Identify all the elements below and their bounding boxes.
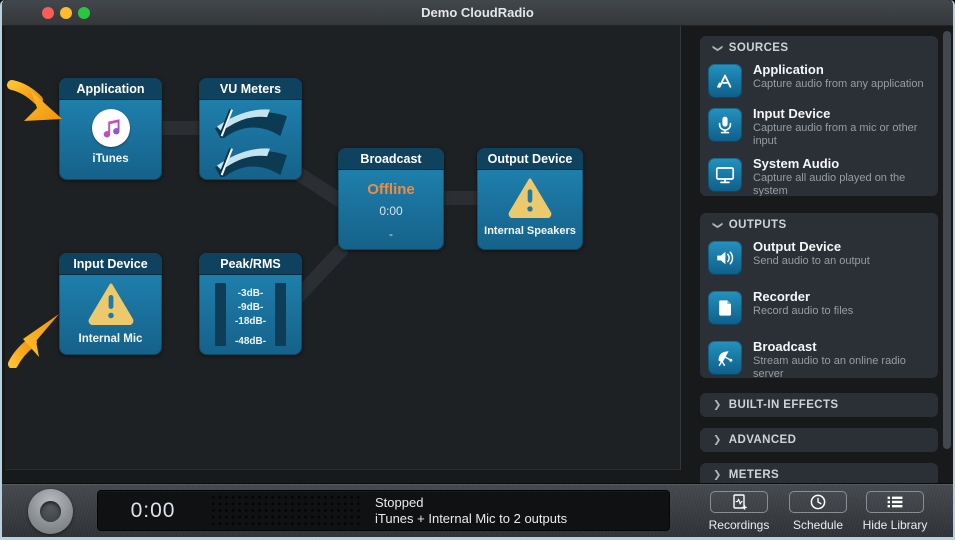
vu-gauge-icon: [214, 108, 287, 138]
sidebar-item-recorder[interactable]: Recorder Record audio to files: [700, 287, 938, 337]
recordings-icon: [733, 494, 747, 510]
node-vu-meters[interactable]: VU Meters: [199, 78, 302, 180]
hide-library-label: Hide Library: [862, 518, 928, 532]
itunes-icon: [91, 109, 130, 147]
peak-scale-label: -9dB-: [237, 302, 264, 313]
pipeline-canvas[interactable]: Application iTunes VU Meters Input Devic…: [5, 26, 681, 470]
status-text: Stopped iTunes + Internal Mic to 2 outpu…: [375, 495, 567, 527]
item-desc: Record audio to files: [753, 305, 854, 317]
advanced-label: ADVANCED: [728, 434, 797, 446]
node-output-device[interactable]: Output Device Internal Speakers: [477, 148, 583, 250]
speaker-grille: [210, 494, 360, 527]
builtin-effects-label: BUILT-IN EFFECTS: [728, 399, 839, 411]
peak-scale-label: -3dB-: [237, 288, 264, 299]
broadcast-status: Offline: [367, 181, 415, 198]
item-title: Output Device: [753, 239, 842, 254]
node-peak-rms-title: Peak/RMS: [199, 253, 302, 275]
hide-library-button[interactable]: Hide Library: [846, 491, 944, 532]
advanced-section[interactable]: ❯ ADVANCED: [700, 428, 938, 452]
sidebar-item-input-device[interactable]: Input Device Capture audio from a mic or…: [700, 104, 938, 154]
file-icon: [708, 291, 742, 325]
sidebar-item-broadcast[interactable]: Broadcast Stream audio to an online radi…: [700, 337, 938, 378]
window-title: Demo CloudRadio: [421, 5, 534, 20]
peak-scale: -3dB- -9dB- -18dB- -48dB-: [235, 283, 266, 349]
sidebar-item-application[interactable]: Application Capture audio from any appli…: [700, 60, 938, 104]
node-input-device-title: Input Device: [59, 253, 162, 275]
app-window: Demo CloudRadio Application iTunes VU Me…: [0, 0, 955, 540]
sidebar-item-system-audio[interactable]: System Audio Capture all audio played on…: [700, 154, 938, 196]
peak-meter-bar: [215, 283, 226, 346]
node-vu-meters-title: VU Meters: [199, 78, 302, 100]
display-icon: [708, 158, 742, 192]
chevron-right-icon: ❯: [713, 399, 722, 410]
record-button[interactable]: [28, 489, 73, 534]
speaker-icon: [708, 241, 742, 275]
item-desc: Capture all audio played on the system: [753, 172, 906, 196]
satellite-dish-icon: [708, 341, 742, 375]
chevron-right-icon: ❯: [713, 434, 722, 445]
session-timer: 0:00: [130, 499, 176, 522]
item-desc: Send audio to an output: [753, 255, 870, 267]
sources-header[interactable]: ❯ SOURCES: [700, 36, 938, 60]
node-peak-rms[interactable]: Peak/RMS -3dB- -9dB- -18dB- -48dB-: [199, 253, 302, 355]
item-title: System Audio: [753, 156, 840, 171]
recordings-label: Recordings: [708, 518, 770, 532]
status-line-2: iTunes + Internal Mic to 2 outputs: [375, 511, 568, 526]
sidebar-scrollbar[interactable]: [943, 31, 951, 449]
node-application-label: iTunes: [92, 153, 129, 165]
item-title: Broadcast: [753, 339, 817, 354]
peak-scale-label: -18dB-: [234, 316, 267, 327]
node-output-device-title: Output Device: [477, 148, 583, 170]
sources-header-label: SOURCES: [728, 42, 789, 54]
clock-icon: [810, 494, 826, 510]
status-line-1: Stopped: [375, 495, 424, 510]
meters-label: METERS: [728, 469, 780, 481]
node-application[interactable]: Application iTunes: [59, 78, 162, 180]
warning-icon: [507, 176, 553, 223]
peak-meter-bar: [275, 283, 286, 346]
app-store-icon: [708, 64, 742, 98]
item-desc: Capture audio from a mic or other input: [753, 122, 918, 147]
node-input-device-label: Internal Mic: [78, 333, 143, 345]
item-title: Application: [753, 62, 824, 77]
node-application-title: Application: [59, 78, 162, 100]
record-button-center: [40, 501, 61, 522]
outputs-header-label: OUTPUTS: [728, 219, 787, 231]
warning-icon: [87, 281, 135, 330]
chevron-right-icon: ❯: [713, 469, 722, 480]
node-output-device-label: Internal Speakers: [484, 225, 576, 237]
transport-bar: 0:00 Stopped iTunes + Internal Mic to 2 …: [2, 483, 953, 537]
item-desc: Stream audio to an online radio server: [753, 355, 906, 378]
builtin-effects-section[interactable]: ❯ BUILT-IN EFFECTS: [700, 393, 938, 417]
list-icon: [887, 496, 903, 508]
outputs-section: ❯ OUTPUTS Output Device Send audio to an…: [700, 213, 938, 378]
sidebar-item-output-device[interactable]: Output Device Send audio to an output: [700, 237, 938, 287]
chevron-down-icon: ❯: [711, 43, 723, 53]
callout-arrow-input-icon: [8, 314, 59, 368]
titlebar: Demo CloudRadio: [2, 0, 953, 26]
item-desc: Capture audio from any application: [753, 78, 924, 90]
item-title: Input Device: [753, 106, 831, 121]
node-broadcast-title: Broadcast: [338, 148, 444, 170]
node-input-device[interactable]: Input Device Internal Mic: [59, 253, 162, 355]
broadcast-detail: -: [389, 227, 393, 241]
status-display: 0:00 Stopped iTunes + Internal Mic to 2 …: [97, 490, 670, 531]
sources-section: ❯ SOURCES Application Capture audio from…: [700, 36, 938, 196]
microphone-icon: [708, 108, 742, 142]
outputs-header[interactable]: ❯ OUTPUTS: [700, 213, 938, 237]
vu-gauge-icon: [214, 147, 287, 177]
node-broadcast[interactable]: Broadcast Offline 0:00 -: [338, 148, 444, 250]
broadcast-time: 0:00: [379, 204, 403, 218]
item-title: Recorder: [753, 289, 811, 304]
chevron-down-icon: ❯: [711, 220, 723, 230]
peak-scale-label: -48dB-: [234, 336, 267, 347]
callout-arrow-application-icon: [7, 80, 62, 121]
schedule-label: Schedule: [792, 518, 844, 532]
